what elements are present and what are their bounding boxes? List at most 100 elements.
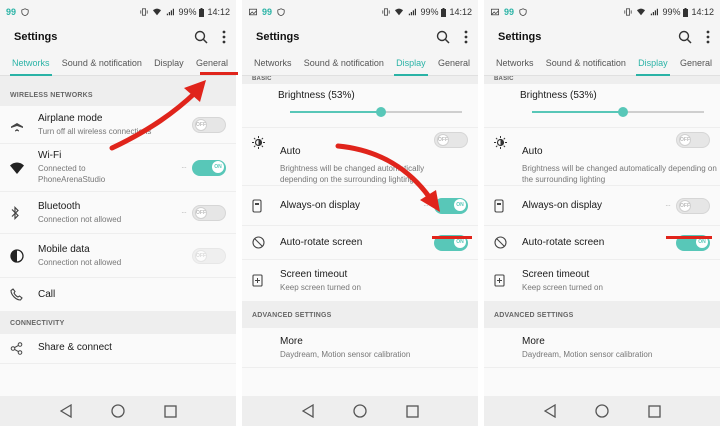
section-header-basic: BASIC [242,76,478,84]
search-icon[interactable] [436,30,450,44]
airplane-mode-title: Airplane mode [38,112,103,124]
auto-brightness-toggle[interactable]: OFF [676,132,710,148]
call-icon [10,288,23,301]
call-row[interactable]: Call [0,278,236,312]
auto-rotate-icon [494,236,507,249]
brightness-slider-knob[interactable] [618,107,629,117]
bluetooth-toggle[interactable]: OFF [192,204,226,221]
section-header-connectivity: CONNECTIVITY [0,312,236,334]
search-icon[interactable] [194,30,208,44]
share-connect-row[interactable]: Share & connect [0,334,236,364]
always-on-display-title: Always-on display [280,200,361,211]
auto-brightness-toggle[interactable]: OFF [434,132,468,148]
home-icon[interactable] [352,404,367,418]
back-icon[interactable] [59,404,72,418]
airplane-mode-toggle[interactable]: OFF [192,116,226,133]
recents-icon[interactable] [163,404,177,418]
wifi-row[interactable]: Wi-Fi Connected to PhoneArenaStudio ··· … [0,144,236,192]
more-row[interactable]: More Daydream, Motion sensor calibration [484,328,720,368]
auto-rotate-row[interactable]: Auto-rotate screen ON [484,226,720,260]
more-vert-icon[interactable] [706,30,710,44]
settings-list: BASIC Brightness (53%) Auto Brightness w… [242,76,478,396]
more-row[interactable]: More Daydream, Motion sensor calibration [242,328,478,368]
divider-dots: ··· [181,208,187,217]
screen-timeout-row[interactable]: Screen timeout Keep screen turned on [242,260,478,302]
brightness-slider[interactable] [520,105,710,119]
brightness-row: Brightness (53%) [242,84,478,128]
brightness-auto-icon [252,136,265,149]
phone-screen-networks: 99 99% 14:12 Settings Networks Sound & n… [0,0,236,426]
mobile-data-toggle[interactable]: OFF [192,247,226,264]
auto-brightness-subtitle: Brightness will be changed automatically… [280,164,425,184]
tab-networks[interactable]: Networks [252,50,294,76]
recents-icon[interactable] [405,404,419,418]
share-connect-title: Share & connect [38,342,112,353]
divider-dots: ··· [181,163,187,172]
nav-bar [0,396,236,426]
app-bar: Settings [484,24,720,50]
back-icon[interactable] [301,404,314,418]
more-vert-icon[interactable] [222,30,226,44]
screen-timeout-icon [494,274,505,287]
auto-brightness-row[interactable]: Auto Brightness will be changed automati… [242,128,478,186]
auto-rotate-toggle[interactable]: ON [676,234,710,251]
always-on-display-toggle[interactable]: ON [434,197,468,214]
status-number: 99 [504,7,515,17]
tab-display[interactable]: Display [152,50,186,76]
always-on-display-title: Always-on display [522,200,603,211]
more-vert-icon[interactable] [464,30,468,44]
divider-dots: ··· [665,201,671,210]
auto-rotate-row[interactable]: Auto-rotate screen ON [242,226,478,260]
home-icon[interactable] [110,404,125,418]
tab-display[interactable]: Display [394,50,428,76]
app-bar: Settings [0,24,236,50]
airplane-icon [11,118,23,131]
tab-sound-notification[interactable]: Sound & notification [302,50,386,76]
tab-bar: Networks Sound & notification Display Ge… [242,50,478,76]
tab-general[interactable]: General [678,50,714,76]
tab-sound-notification[interactable]: Sound & notification [544,50,628,76]
shield-icon [277,8,285,16]
auto-rotate-toggle[interactable]: ON [434,234,468,251]
tab-sound-notification[interactable]: Sound & notification [60,50,144,76]
bluetooth-title: Bluetooth [38,200,81,212]
status-bar: 99 99% 14:12 [484,0,720,24]
always-on-display-row[interactable]: Always-on display ··· ON [242,186,478,226]
bluetooth-icon [11,205,19,220]
brightness-row: Brightness (53%) [484,84,720,128]
tab-general[interactable]: General [436,50,472,76]
auto-rotate-title: Auto-rotate screen [280,237,363,248]
bluetooth-row[interactable]: Bluetooth Connection not allowed ··· OFF [0,192,236,234]
clock: 14:12 [691,7,714,17]
always-on-display-toggle[interactable]: OFF [676,197,710,214]
signal-icon [167,8,175,16]
search-icon[interactable] [678,30,692,44]
tab-display[interactable]: Display [636,50,670,76]
status-bar: 99 99% 14:12 [0,0,236,24]
auto-rotate-title: Auto-rotate screen [522,237,605,248]
tab-general[interactable]: General [194,50,230,76]
tab-networks[interactable]: Networks [494,50,536,76]
back-icon[interactable] [543,404,556,418]
battery-percent: 99% [662,7,681,17]
airplane-mode-row[interactable]: Airplane mode Turn off all wireless conn… [0,106,236,144]
screen-timeout-title: Screen timeout [522,268,590,280]
screen-timeout-row[interactable]: Screen timeout Keep screen turned on [484,260,720,302]
always-on-display-row[interactable]: Always-on display ··· OFF [484,186,720,226]
shield-icon [21,8,29,16]
battery-icon [683,7,689,17]
mobile-data-row[interactable]: Mobile data Connection not allowed OFF [0,234,236,278]
nav-bar [484,396,720,426]
auto-brightness-subtitle: Brightness will be changed automatically… [522,164,717,184]
auto-brightness-row[interactable]: Auto Brightness will be changed automati… [484,128,720,186]
wifi-toggle[interactable]: ON [192,159,226,176]
brightness-label: Brightness (53%) [278,90,355,101]
recents-icon[interactable] [647,404,661,418]
tab-networks[interactable]: Networks [10,50,52,76]
always-on-icon [252,198,262,213]
status-number: 99 [262,7,273,17]
battery-icon [441,7,447,17]
brightness-slider[interactable] [278,105,468,119]
home-icon[interactable] [594,404,609,418]
brightness-slider-knob[interactable] [376,107,387,117]
